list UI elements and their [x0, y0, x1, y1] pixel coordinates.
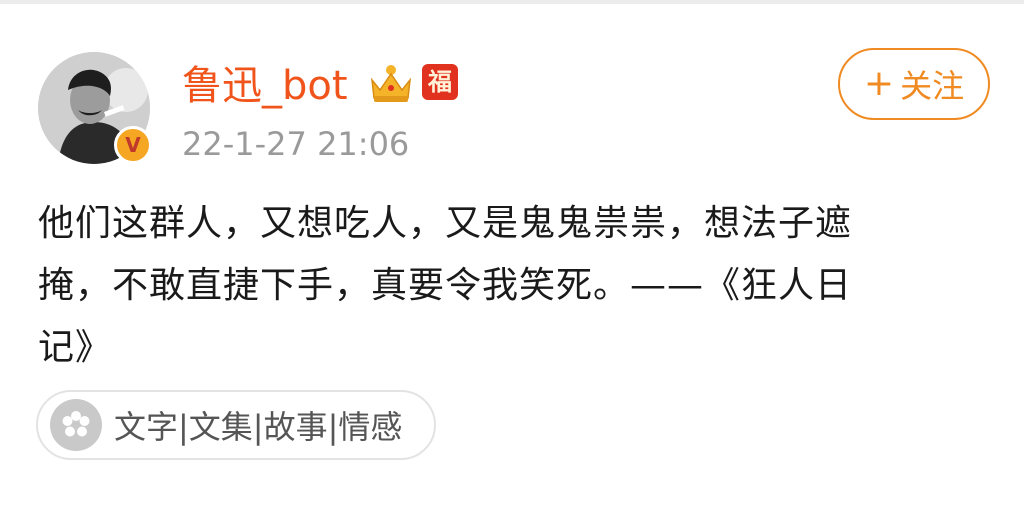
- username[interactable]: 鲁迅_bot: [182, 60, 348, 112]
- topic-chip-label: 文字|文集|故事|情感: [114, 408, 403, 446]
- follow-button-label: 关注: [900, 67, 965, 105]
- fu-icon: 福: [422, 64, 458, 100]
- verified-badge-glyph: V: [125, 133, 141, 157]
- verified-badge-icon: V: [114, 126, 152, 164]
- top-divider: [0, 0, 1024, 4]
- post-content: 他们这群人，又想吃人，又是鬼鬼祟祟，想法子遮 掩，不敢直捷下手，真要令我笑死。—…: [38, 193, 988, 379]
- post-content-line: 记》: [38, 327, 113, 368]
- follow-button[interactable]: + 关注: [838, 48, 990, 120]
- plus-icon: +: [863, 63, 895, 104]
- post-timestamp: 22-1-27 21:06: [182, 125, 410, 163]
- post-content-line: 他们这群人，又想吃人，又是鬼鬼祟祟，想法子遮: [38, 203, 853, 244]
- topic-chip[interactable]: 文字|文集|故事|情感: [36, 390, 436, 460]
- post-content-line: 掩，不敢直捷下手，真要令我笑死。——《狂人日: [38, 265, 853, 306]
- flower-icon: [50, 399, 102, 451]
- crown-icon: [370, 65, 412, 102]
